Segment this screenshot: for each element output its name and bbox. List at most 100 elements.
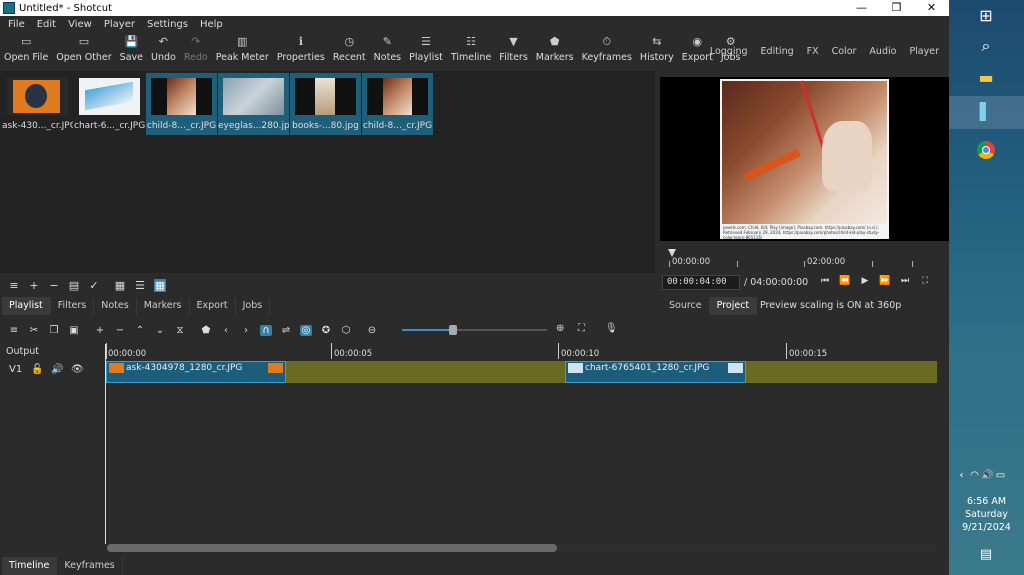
- tab-playlist[interactable]: Playlist: [2, 297, 51, 315]
- keyframes-button[interactable]: ⏱ Keyframes: [582, 33, 632, 63]
- tab-export[interactable]: Export: [190, 297, 236, 315]
- tab-keyframes[interactable]: Keyframes: [57, 557, 123, 575]
- playlist-item[interactable]: child-8..._cr.JPG: [362, 73, 433, 135]
- timeline-scrollbar[interactable]: [107, 544, 937, 552]
- rewind-icon[interactable]: ⏪: [835, 276, 855, 286]
- playlist-item[interactable]: chart-6..._cr.JPG: [74, 73, 145, 135]
- menu-file[interactable]: File: [0, 19, 29, 30]
- chrome-icon[interactable]: [974, 138, 998, 162]
- battery-icon[interactable]: ▭: [994, 470, 1007, 481]
- lift-icon[interactable]: ⌃: [134, 325, 146, 336]
- menu-player[interactable]: Player: [96, 19, 139, 30]
- timeline-clip[interactable]: chart-6765401_1280_cr.JPG: [565, 361, 746, 383]
- open-file-button[interactable]: ▭ Open File: [4, 33, 48, 63]
- tab-source[interactable]: Source: [662, 297, 710, 315]
- play-icon[interactable]: ▶: [855, 276, 875, 286]
- playlist-item[interactable]: child-8..._cr.JPG: [146, 73, 217, 135]
- video-track-v1[interactable]: ask-4304978_1280_cr.JPG chart-6765401_12…: [105, 361, 937, 383]
- save-button[interactable]: 💾 Save: [120, 33, 143, 63]
- notes-button[interactable]: ✎ Notes: [374, 33, 401, 63]
- paste-icon[interactable]: ▣: [68, 325, 80, 336]
- timeline-clip[interactable]: ask-4304978_1280_cr.JPG: [106, 361, 286, 383]
- track-header-v1[interactable]: V1 🔓 🔊 👁: [0, 361, 105, 383]
- peak-meter-button[interactable]: ▥ Peak Meter: [216, 33, 269, 63]
- filters-button[interactable]: ▼ Filters: [499, 33, 527, 63]
- layout-audio[interactable]: Audio: [869, 46, 896, 57]
- menu-help[interactable]: Help: [192, 19, 227, 30]
- system-clock[interactable]: 6:56 AM Saturday 9/21/2024: [949, 495, 1024, 534]
- zoom-icon[interactable]: ⛶: [915, 276, 935, 286]
- zoom-fit-icon[interactable]: ⛶: [578, 323, 585, 334]
- menu-settings[interactable]: Settings: [139, 19, 192, 30]
- close-button[interactable]: ✕: [914, 0, 949, 16]
- wifi-icon[interactable]: ◠: [968, 470, 981, 481]
- minimize-button[interactable]: —: [844, 0, 879, 16]
- tab-filters[interactable]: Filters: [51, 297, 95, 315]
- menu-icon[interactable]: ≡: [8, 279, 20, 292]
- append-icon[interactable]: +: [94, 325, 106, 336]
- check-icon[interactable]: ✓: [88, 279, 100, 292]
- undo-button[interactable]: ↶ Undo: [151, 33, 176, 63]
- properties-button[interactable]: ℹ Properties: [277, 33, 325, 63]
- chevron-up-icon[interactable]: ‹: [955, 470, 968, 481]
- timeline-button[interactable]: ☷ Timeline: [451, 33, 491, 63]
- ripple-markers-icon[interactable]: ⬡: [340, 325, 352, 336]
- lock-icon[interactable]: 🔓: [31, 364, 43, 375]
- layout-editing[interactable]: Editing: [761, 46, 794, 57]
- remove-icon[interactable]: −: [114, 325, 126, 336]
- playlist-button[interactable]: ☰ Playlist: [409, 33, 443, 63]
- recent-button[interactable]: ◷ Recent: [333, 33, 366, 63]
- tab-notes[interactable]: Notes: [94, 297, 137, 315]
- layout-player[interactable]: Player: [909, 46, 939, 57]
- notifications-icon[interactable]: ▤: [974, 543, 998, 567]
- tab-timeline[interactable]: Timeline: [2, 557, 58, 575]
- playlist-item[interactable]: eyeglas...280.jpg: [218, 73, 289, 135]
- tab-markers[interactable]: Markers: [137, 297, 190, 315]
- redo-button[interactable]: ↷ Redo: [184, 33, 208, 63]
- maximize-button[interactable]: ❐: [879, 0, 914, 16]
- add-icon[interactable]: +: [28, 279, 40, 292]
- details-view-icon[interactable]: ▦: [114, 279, 126, 292]
- cut-icon[interactable]: ✂: [28, 325, 40, 336]
- skip-next-icon[interactable]: ⏭: [895, 276, 915, 286]
- scrollbar-thumb[interactable]: [107, 544, 557, 552]
- snap-icon[interactable]: ∩: [260, 324, 272, 336]
- layout-color[interactable]: Color: [832, 46, 857, 57]
- skip-previous-icon[interactable]: ⏮: [815, 276, 835, 286]
- copy-icon[interactable]: ❐: [48, 325, 60, 336]
- layout-fx[interactable]: FX: [807, 46, 819, 57]
- tab-project[interactable]: Project: [709, 297, 758, 315]
- update-icon[interactable]: ▤: [68, 279, 80, 292]
- zoom-slider[interactable]: [402, 325, 547, 335]
- shotcut-taskbar-icon[interactable]: ▌: [974, 100, 998, 124]
- playlist-item[interactable]: ask-430..._cr.JPG: [2, 73, 73, 135]
- timeline-menu-icon[interactable]: ≡: [8, 325, 20, 336]
- menu-view[interactable]: View: [60, 19, 96, 30]
- tab-jobs[interactable]: Jobs: [236, 297, 271, 315]
- eye-icon[interactable]: 👁: [71, 364, 84, 375]
- previous-marker-icon[interactable]: ‹: [220, 325, 232, 336]
- playhead-marker-icon[interactable]: [668, 249, 676, 257]
- ripple-all-icon[interactable]: ✪: [320, 325, 332, 336]
- video-viewer[interactable]: pexels.com. Child, Kid, Play [image]. Pi…: [660, 77, 949, 241]
- search-icon[interactable]: ⌕: [974, 34, 998, 58]
- ripple-icon[interactable]: ◎: [300, 324, 312, 336]
- remove-icon[interactable]: −: [48, 279, 60, 292]
- fast-forward-icon[interactable]: ⏩: [875, 276, 895, 286]
- playlist-item[interactable]: books-...80.jpg: [290, 73, 361, 135]
- history-button[interactable]: ⇆ History: [640, 33, 674, 63]
- zoom-out-icon[interactable]: ⊖: [366, 325, 378, 336]
- viewer-ruler[interactable]: 00:00:00 02:00:00: [662, 249, 938, 269]
- timeline-area[interactable]: [105, 384, 949, 544]
- markers-button[interactable]: ⬟ Markers: [536, 33, 574, 63]
- next-marker-icon[interactable]: ›: [240, 325, 252, 336]
- open-other-button[interactable]: ▭ Open Other: [56, 33, 111, 63]
- scrub-icon[interactable]: ⇌: [280, 325, 292, 336]
- mute-icon[interactable]: 🔊: [51, 364, 63, 375]
- list-view-icon[interactable]: ☰: [134, 279, 146, 292]
- timecode-field[interactable]: 00:00:04:00: [662, 275, 740, 290]
- overwrite-icon[interactable]: ⌄: [154, 325, 166, 336]
- record-audio-icon[interactable]: 🎙: [605, 323, 618, 334]
- marker-icon[interactable]: ⬟: [200, 325, 212, 336]
- file-explorer-icon[interactable]: ▬: [974, 66, 998, 90]
